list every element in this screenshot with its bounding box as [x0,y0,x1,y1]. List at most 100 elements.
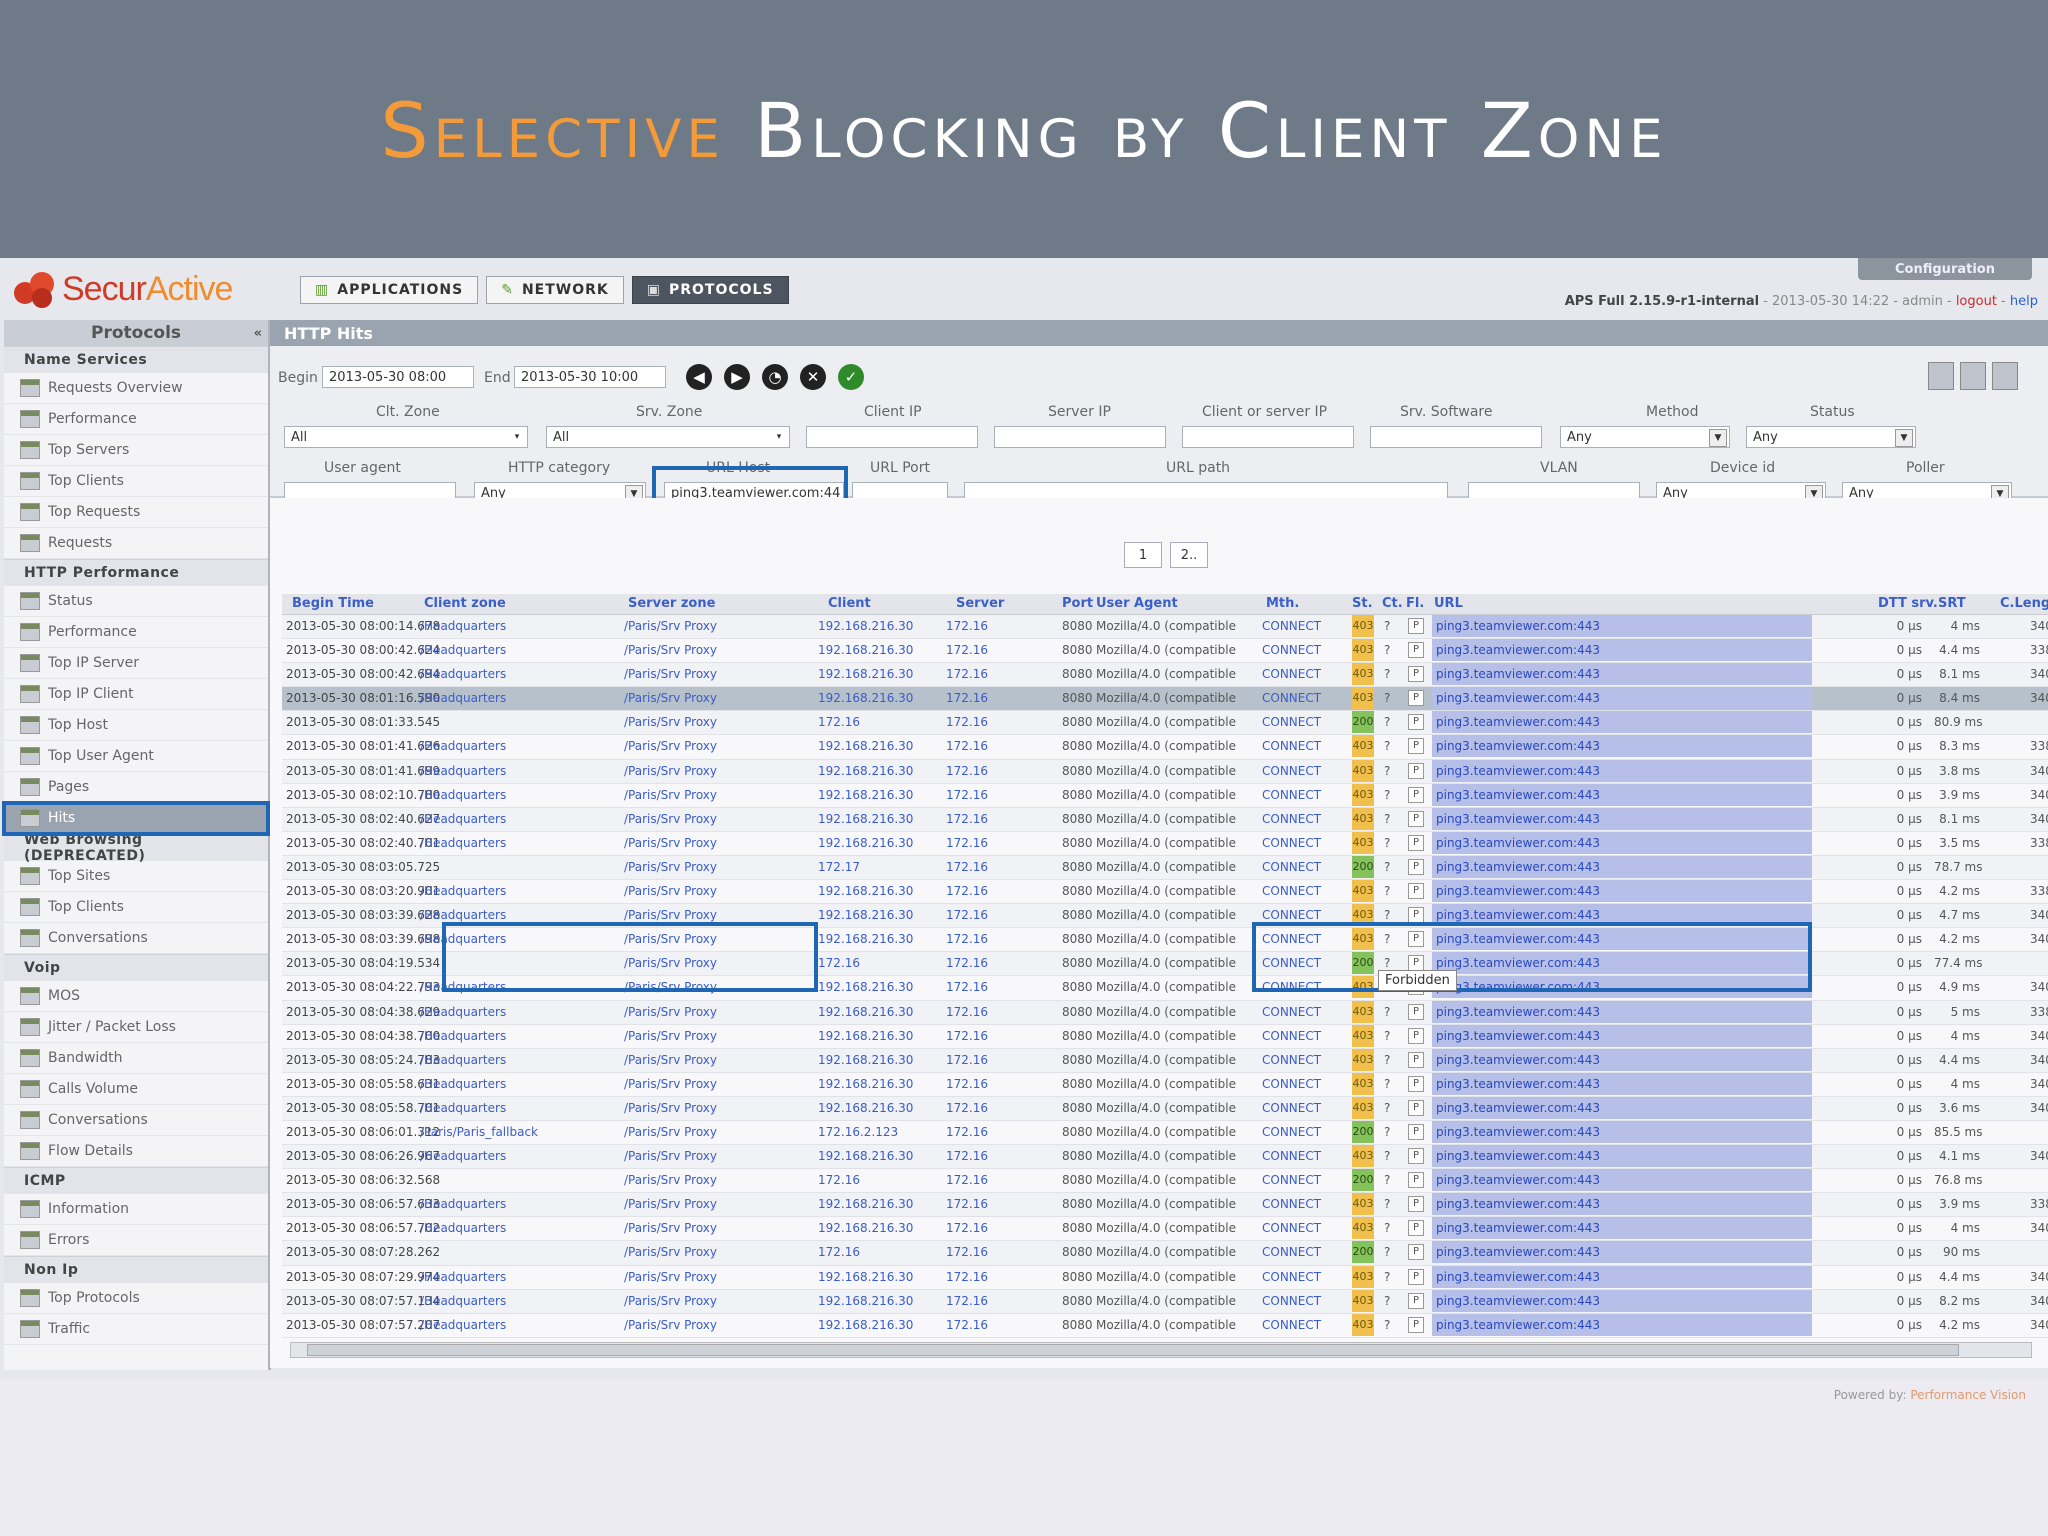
url-cell[interactable]: ping3.teamviewer.com:443 [1432,1145,1812,1168]
url-cell[interactable]: ping3.teamviewer.com:443 [1432,663,1812,686]
configuration-button[interactable]: Configuration [1858,258,2032,280]
sidebar-item-requests[interactable]: Requests [4,528,268,559]
logout-link[interactable]: logout [1956,294,1997,309]
col-user-agent[interactable]: User Agent [1096,596,1178,611]
url-cell[interactable]: ping3.teamviewer.com:443 [1432,1241,1812,1264]
sidebar-item-performance[interactable]: Performance [4,617,268,648]
col-client-zone[interactable]: Client zone [424,596,506,611]
col-method[interactable]: Mth. [1266,596,1299,611]
sidebar-item-flow-details[interactable]: Flow Details [4,1136,268,1167]
col-dtt-srv[interactable]: DTT srv. [1878,596,1938,611]
begin-date-input[interactable]: 2013-05-30 08:00 [322,366,474,388]
sidebar-item-top-user-agent[interactable]: Top User Agent [4,741,268,772]
col-port[interactable]: Port [1062,596,1093,611]
page-2-button[interactable]: 2.. [1170,542,1208,568]
tab-protocols[interactable]: ▣ PROTOCOLS [631,276,789,304]
sidebar-item-errors[interactable]: Errors [4,1225,268,1256]
previous-period-icon[interactable]: ◀ [686,364,712,390]
sidebar-item-conversations[interactable]: Conversations [4,1105,268,1136]
flag-cell[interactable]: P [1408,858,1424,875]
col-server-zone[interactable]: Server zone [628,596,715,611]
table-row[interactable]: 2013-05-30 08:03:20.901/Headquarters/Par… [282,880,2048,905]
url-cell[interactable]: ping3.teamviewer.com:443 [1432,1289,1812,1312]
flag-cell[interactable]: P [1408,1148,1424,1165]
url-cell[interactable]: ping3.teamviewer.com:443 [1432,1048,1812,1071]
url-cell[interactable]: ping3.teamviewer.com:443 [1432,1072,1812,1095]
table-row[interactable]: 2013-05-30 08:02:40.627/Headquarters/Par… [282,807,2048,832]
table-row[interactable]: 2013-05-30 08:04:38.629/Headquarters/Par… [282,1000,2048,1025]
flag-cell[interactable]: P [1408,1196,1424,1213]
table-row[interactable]: 2013-05-30 08:07:28.262/Paris/Srv Proxy 1… [282,1241,2048,1266]
help-link[interactable]: help [2010,294,2038,309]
url-cell[interactable]: ping3.teamviewer.com:443 [1432,1265,1812,1288]
srv-zone-select[interactable]: All ▾ [546,426,790,448]
next-period-icon[interactable]: ▶ [724,364,750,390]
export-icon[interactable] [1928,362,1954,390]
flag-cell[interactable]: P [1408,1268,1424,1285]
table-row[interactable]: 2013-05-30 08:00:42.624/Headquarters/Par… [282,639,2048,664]
col-content-length[interactable]: C.Leng [2000,596,2048,611]
sidebar-item-top-servers[interactable]: Top Servers [4,435,268,466]
sidebar-item-pages[interactable]: Pages [4,772,268,803]
sidebar-item-top-host[interactable]: Top Host [4,710,268,741]
url-cell[interactable]: ping3.teamviewer.com:443 [1432,687,1812,710]
sidebar-item-top-ip-client[interactable]: Top IP Client [4,679,268,710]
table-row[interactable]: 2013-05-30 08:06:57.702/Headquarters/Par… [282,1217,2048,1242]
flag-cell[interactable]: P [1408,1220,1424,1237]
url-cell[interactable]: ping3.teamviewer.com:443 [1432,831,1812,854]
table-row[interactable]: 2013-05-30 08:05:58.631/Headquarters/Par… [282,1072,2048,1097]
srv-software-input[interactable] [1370,426,1542,448]
scrollbar-thumb[interactable] [307,1344,1959,1356]
url-cell[interactable]: ping3.teamviewer.com:443 [1432,711,1812,734]
table-row[interactable]: 2013-05-30 08:01:33.545/Paris/Srv Proxy 1… [282,711,2048,736]
url-cell[interactable]: ping3.teamviewer.com:443 [1432,1193,1812,1216]
col-status[interactable]: St. [1352,596,1373,611]
url-cell[interactable]: ping3.teamviewer.com:443 [1432,759,1812,782]
flag-cell[interactable]: P [1408,1316,1424,1333]
flag-cell[interactable]: P [1408,666,1424,683]
end-date-input[interactable]: 2013-05-30 10:00 [514,366,666,388]
table-row[interactable]: 2013-05-30 08:01:16.590/Headquarters/Par… [282,687,2048,712]
collapse-sidebar-icon[interactable]: « [254,326,262,341]
table-row[interactable]: 2013-05-30 08:00:14.678/Headquarters/Par… [282,615,2048,640]
flag-cell[interactable]: P [1408,1051,1424,1068]
clear-icon[interactable]: ✕ [800,364,826,390]
table-row[interactable]: 2013-05-30 08:03:05.725/Paris/Srv Proxy 1… [282,855,2048,881]
method-select[interactable]: Any ▼ [1560,426,1730,448]
sidebar-item-hits[interactable]: Hits [2,801,270,836]
clt-zone-select[interactable]: All ▾ [284,426,528,448]
flag-cell[interactable]: P [1408,1075,1424,1092]
sidebar-item-performance[interactable]: Performance [4,404,268,435]
table-row[interactable]: 2013-05-30 08:01:41.699/Headquarters/Par… [282,759,2048,784]
client-ip-input[interactable] [806,426,978,448]
url-cell[interactable]: ping3.teamviewer.com:443 [1432,880,1812,903]
flag-cell[interactable]: P [1408,738,1424,755]
page-1-button[interactable]: 1 [1124,542,1162,568]
table-row[interactable]: 2013-05-30 08:05:24.783/Headquarters/Par… [282,1048,2048,1073]
url-cell[interactable]: ping3.teamviewer.com:443 [1432,1217,1812,1240]
tab-applications[interactable]: ▥ APPLICATIONS [300,276,479,304]
tab-network[interactable]: ✎ NETWORK [486,276,624,304]
flag-cell[interactable]: P [1408,1123,1424,1140]
flag-cell[interactable]: P [1408,810,1424,827]
url-cell[interactable]: ping3.teamviewer.com:443 [1432,1024,1812,1047]
apply-check-icon[interactable]: ✓ [838,364,864,390]
sidebar-item-bandwidth[interactable]: Bandwidth [4,1043,268,1074]
flag-cell[interactable]: P [1408,1292,1424,1309]
url-cell[interactable]: ping3.teamviewer.com:443 [1432,783,1812,806]
sidebar-item-traffic[interactable]: Traffic [4,1314,268,1345]
url-cell[interactable]: ping3.teamviewer.com:443 [1432,615,1812,637]
server-ip-input[interactable] [994,426,1166,448]
flag-cell[interactable]: P [1408,642,1424,659]
horizontal-scrollbar[interactable] [290,1342,2032,1358]
col-content-type[interactable]: Ct. [1382,596,1403,611]
url-cell[interactable]: ping3.teamviewer.com:443 [1432,1096,1812,1119]
url-cell[interactable]: ping3.teamviewer.com:443 [1432,639,1812,662]
flag-cell[interactable]: P [1408,883,1424,900]
table-row[interactable]: 2013-05-30 08:02:40.701/Headquarters/Par… [282,831,2048,856]
table-row[interactable]: 2013-05-30 08:01:41.626/Headquarters/Par… [282,735,2048,760]
url-cell[interactable]: ping3.teamviewer.com:443 [1432,855,1812,878]
sidebar-item-top-protocols[interactable]: Top Protocols [4,1283,268,1314]
flag-cell[interactable]: P [1408,1099,1424,1116]
vendor-link[interactable]: Performance Vision [1910,1388,2026,1402]
